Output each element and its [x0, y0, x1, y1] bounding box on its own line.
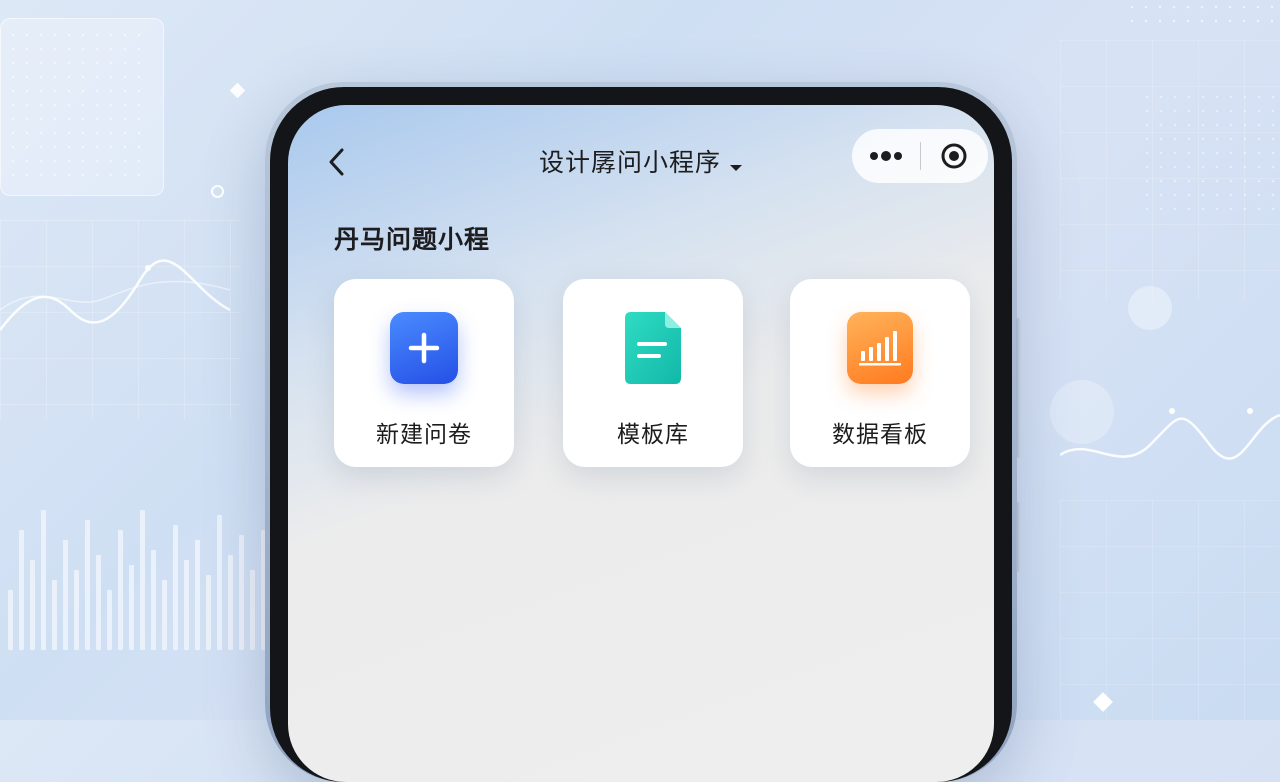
more-button[interactable]: [852, 129, 920, 183]
target-circle-icon: [941, 143, 967, 169]
bg-grid-right: [1060, 40, 1280, 300]
template-library-card[interactable]: 模板库: [563, 279, 743, 467]
card-label: 新建问卷: [376, 422, 472, 448]
bg-grid: [0, 220, 240, 420]
bg-dot-pattern: [6, 28, 146, 178]
bg-dot-pattern-right: [1140, 90, 1280, 210]
caret-down-icon: [729, 150, 743, 179]
bg-diamond-icon: [229, 82, 246, 99]
bg-wave-left-icon: [0, 259, 231, 331]
card-label: 模板库: [617, 422, 689, 448]
bg-wave-right-icon: [1060, 408, 1280, 460]
card-label: 数据看板: [832, 422, 928, 448]
card-icon-wrap: [619, 311, 687, 385]
section-title: 丹马问题小程: [334, 225, 491, 254]
document-icon: [625, 312, 681, 384]
mini-program-capsule: [852, 129, 988, 183]
card-icon-wrap: [846, 311, 914, 385]
phone-side-button: [1016, 502, 1021, 572]
page-title-text: 设计孱问小程序: [538, 148, 721, 177]
new-survey-card[interactable]: 新建问卷: [334, 279, 514, 467]
phone-frame: 设计孱问小程序 丹马问题小程 新建问卷 模板库 数据看板: [265, 82, 1021, 782]
bg-dot-pattern-top-right: [1125, 0, 1275, 30]
bg-bubble: [1050, 380, 1114, 444]
card-icon-wrap: [390, 311, 458, 385]
bg-ring-icon: [211, 185, 224, 198]
bg-grid-bottom-right: [1060, 500, 1280, 720]
phone-side-button: [1016, 318, 1021, 458]
bg-glass-panel: [0, 18, 164, 196]
data-dashboard-card[interactable]: 数据看板: [790, 279, 970, 467]
bar-chart-icon: [847, 312, 913, 384]
phone-screen: 设计孱问小程序 丹马问题小程 新建问卷 模板库 数据看板: [288, 105, 994, 782]
close-button[interactable]: [921, 129, 989, 183]
plus-icon: [390, 312, 458, 384]
bg-bubble: [1128, 286, 1172, 330]
more-dots-icon: [869, 151, 902, 161]
bg-diamond-icon: [1093, 692, 1113, 712]
phone-bezel: 设计孱问小程序 丹马问题小程 新建问卷 模板库 数据看板: [270, 87, 1012, 782]
